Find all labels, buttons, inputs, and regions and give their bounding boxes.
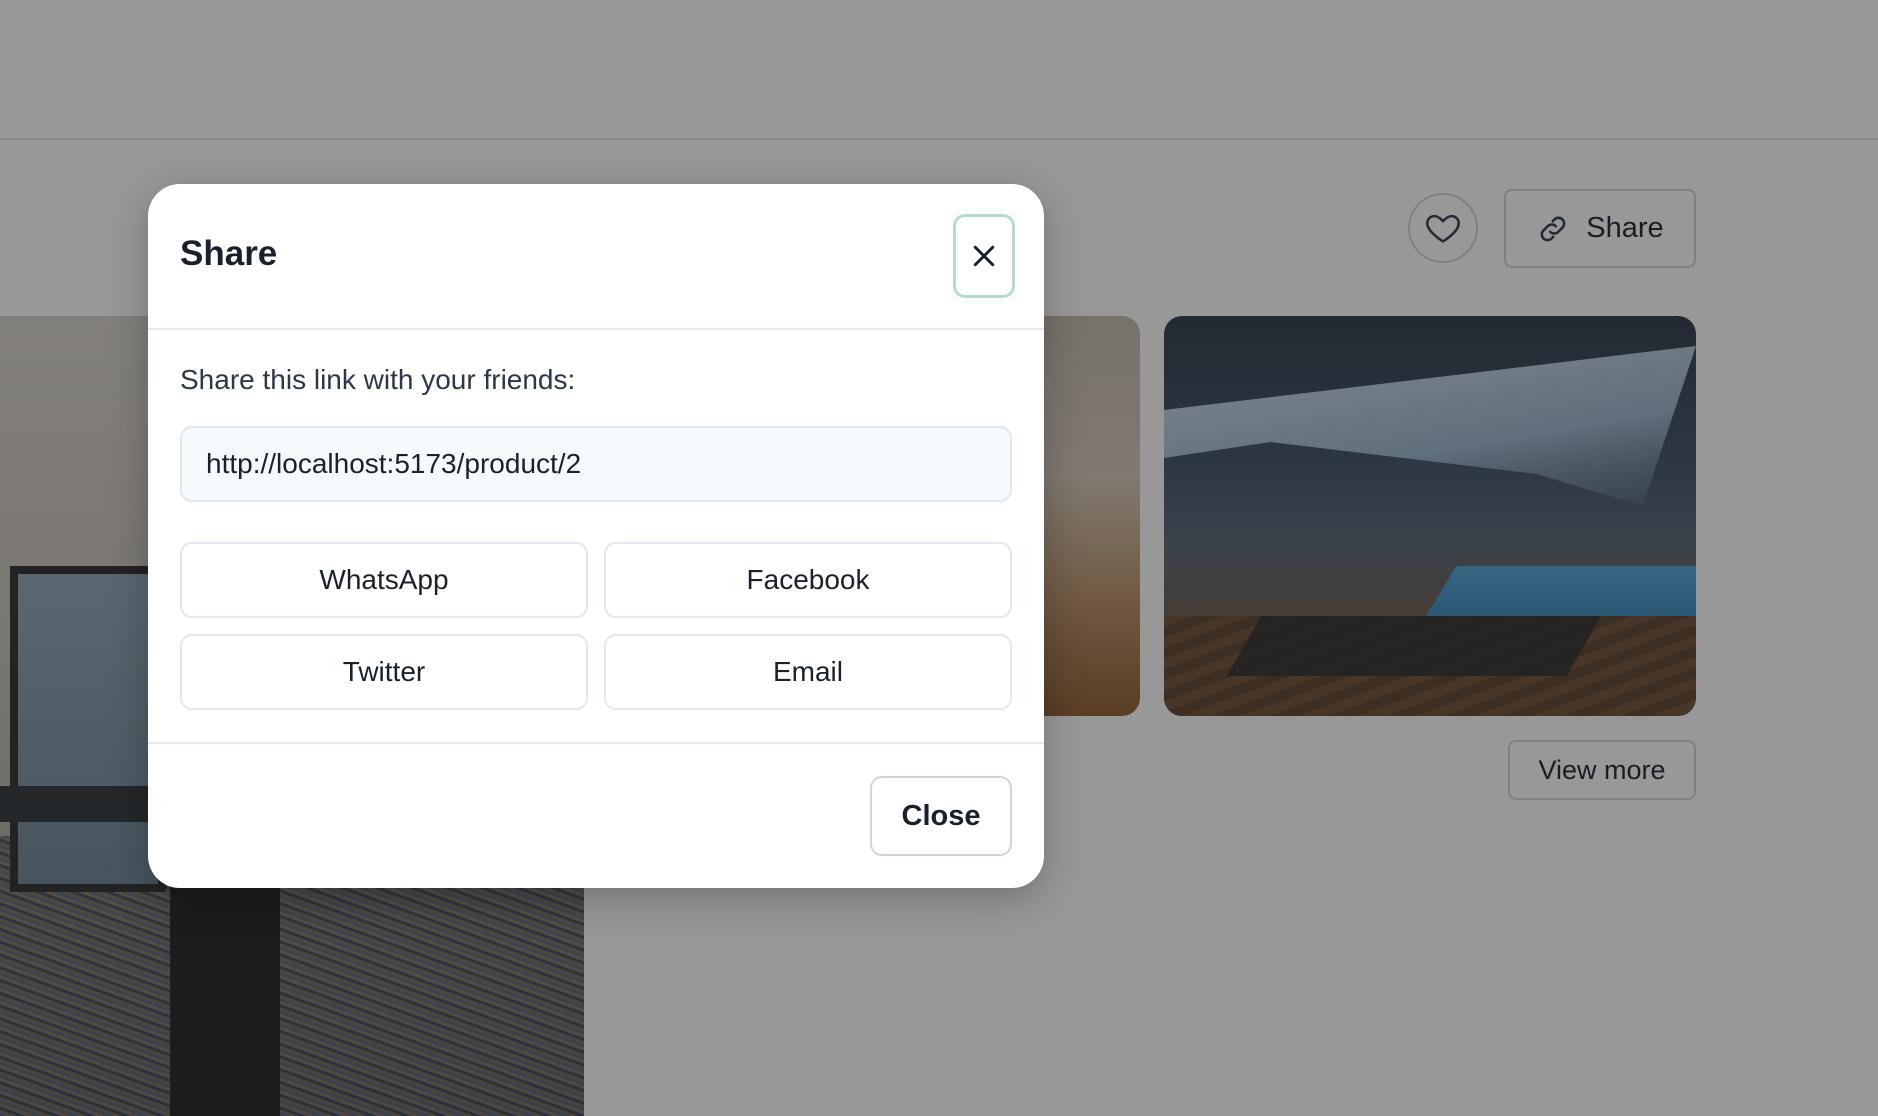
modal-footer-divider bbox=[148, 742, 1044, 744]
close-button[interactable]: Close bbox=[870, 776, 1012, 856]
modal-close-icon-button[interactable] bbox=[953, 214, 1015, 298]
share-description: Share this link with your friends: bbox=[180, 364, 576, 395]
modal-header: Share bbox=[148, 184, 1044, 330]
share-email-button[interactable]: Email bbox=[604, 634, 1012, 710]
share-modal: Share Share this link with your friends:… bbox=[148, 184, 1044, 888]
modal-title: Share bbox=[180, 234, 278, 273]
share-link-field[interactable] bbox=[180, 426, 1012, 502]
share-facebook-button[interactable]: Facebook bbox=[604, 542, 1012, 618]
share-twitter-button[interactable]: Twitter bbox=[180, 634, 588, 710]
share-whatsapp-button[interactable]: WhatsApp bbox=[180, 542, 588, 618]
close-icon bbox=[973, 245, 995, 267]
